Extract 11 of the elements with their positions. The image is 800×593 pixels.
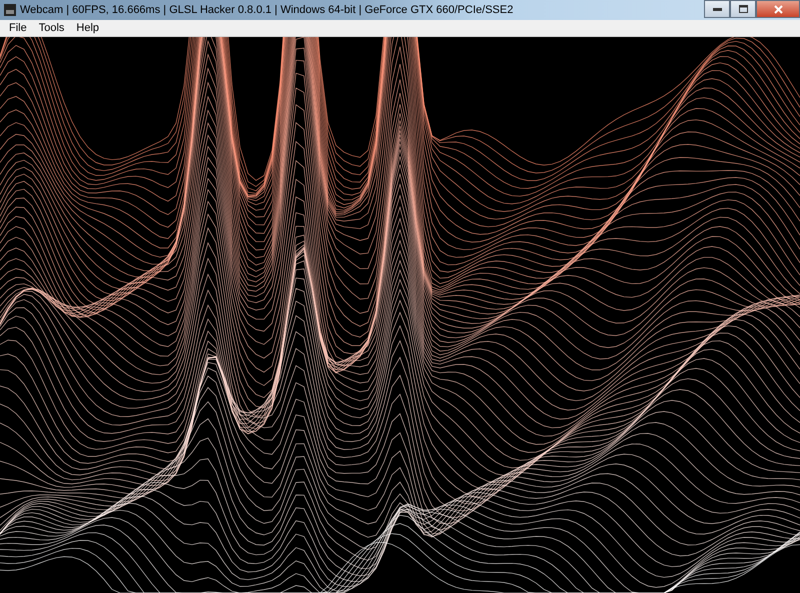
close-button[interactable]	[756, 0, 800, 18]
menu-item[interactable]: Help	[71, 20, 104, 36]
close-icon	[774, 4, 782, 14]
maximize-icon	[738, 5, 748, 13]
menu-item[interactable]: File	[4, 20, 32, 36]
maximize-button[interactable]	[730, 0, 756, 18]
minimize-button[interactable]	[704, 0, 730, 18]
app-icon	[4, 4, 16, 16]
menu-item[interactable]: Tools	[34, 20, 70, 36]
minimize-icon	[712, 8, 722, 10]
window-title: Webcam | 60FPS, 16.666ms | GLSL Hacker 0.8.0.1 | Windows 64-bit | GeForce GTX 660/PCIe/SSE2	[20, 2, 514, 18]
